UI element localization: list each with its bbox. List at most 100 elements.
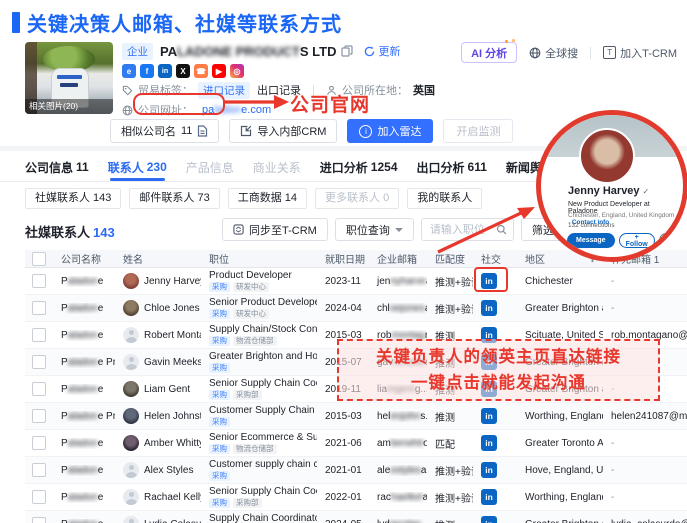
- row-checkbox[interactable]: [32, 274, 46, 288]
- company-email-cell: chloejonesal...: [369, 303, 427, 314]
- table-row[interactable]: PaladoneJenny HarveyProduct Developer采购研…: [25, 268, 687, 295]
- related-images-label[interactable]: 相关图片(20): [25, 99, 113, 114]
- join-tcrm-button[interactable]: T 加入T-CRM: [603, 45, 677, 61]
- region-cell: Greater Brighton a...: [517, 519, 603, 523]
- position-tag: 研发中心: [233, 309, 269, 319]
- social-cell: in: [473, 408, 517, 424]
- position-query-dropdown[interactable]: 职位查询: [335, 218, 414, 241]
- instagram-icon[interactable]: ◎: [230, 64, 244, 78]
- location-value: 英国: [413, 82, 435, 98]
- match-level-cell: 推测+验证: [427, 274, 473, 289]
- linkedin-icon[interactable]: in: [481, 273, 497, 289]
- table-row[interactable]: PaladoneRachael KellySenior Supply Chain…: [25, 484, 687, 511]
- facebook-icon[interactable]: f: [140, 64, 154, 78]
- globe-icon: [529, 47, 541, 59]
- table-row[interactable]: PaladoneAmber WhittySenior Ecommerce & S…: [25, 430, 687, 457]
- section-title: 社媒联系人143: [25, 222, 115, 241]
- youtube-icon[interactable]: ▶: [212, 64, 226, 78]
- position-tags: 采购物流仓储部: [209, 444, 277, 454]
- import-crm-button[interactable]: 导入内部CRM: [229, 119, 337, 143]
- row-checkbox[interactable]: [32, 301, 46, 315]
- linkedin-icon[interactable]: in: [481, 435, 497, 451]
- linkedin-icon[interactable]: in: [481, 408, 497, 424]
- row-checkbox[interactable]: [32, 463, 46, 477]
- sync-tcrm-button[interactable]: 同步至T-CRM: [222, 218, 328, 241]
- linkedin-icon[interactable]: in: [158, 64, 172, 78]
- column-label: 社交: [481, 251, 501, 266]
- page-title-row: 关键决策人邮箱、社媒等联系方式: [12, 8, 342, 37]
- tab-6[interactable]: 出口分析611: [417, 153, 487, 181]
- row-checkbox[interactable]: [32, 436, 46, 450]
- company-action-buttons: 相似公司名 11 导入内部CRM i 加入雷达 开启监测: [110, 119, 513, 143]
- table-row[interactable]: PaladoneAlex StylesCustomer supply chain…: [25, 457, 687, 484]
- row-select-cell: [25, 409, 53, 423]
- social-icons-row: efin X ☎ ▶ ◎: [122, 62, 435, 80]
- avatar: [123, 462, 139, 478]
- company-name-text: Paladone Produc...: [61, 411, 115, 422]
- row-checkbox[interactable]: [32, 328, 46, 342]
- tab-5[interactable]: 进口分析1254: [320, 153, 398, 181]
- hire-date-cell: 2021-01: [317, 465, 369, 476]
- row-checkbox[interactable]: [32, 355, 46, 369]
- company-email-cell: rachaelkela...: [369, 492, 427, 503]
- company-name-cell: Paladone: [53, 519, 115, 523]
- search-icon[interactable]: [496, 224, 507, 235]
- linkedin-icon[interactable]: in: [481, 300, 497, 316]
- region-cell: Greater Brighton a...: [517, 303, 603, 314]
- message-button[interactable]: Message: [567, 233, 615, 248]
- chip-3[interactable]: 工商数据 14: [228, 188, 307, 209]
- table-row[interactable]: PaladoneChloe JonesSenior Product Develo…: [25, 295, 687, 322]
- chip-5[interactable]: 我的联系人: [407, 188, 482, 209]
- copy-icon[interactable]: [341, 45, 353, 57]
- avatar: [123, 300, 139, 316]
- extra-email-cell: helen241087@msn...: [603, 411, 687, 422]
- chip-1[interactable]: 社媒联系人 143: [25, 188, 121, 209]
- row-checkbox[interactable]: [32, 382, 46, 396]
- similar-company-button[interactable]: 相似公司名 11: [110, 119, 219, 143]
- linkedin-icon[interactable]: in: [481, 489, 497, 505]
- row-checkbox[interactable]: [32, 517, 46, 523]
- row-checkbox[interactable]: [32, 490, 46, 504]
- position-search-input[interactable]: [428, 223, 496, 237]
- start-monitor-button[interactable]: 开启监测: [443, 119, 513, 143]
- tab-3[interactable]: 产品信息: [186, 153, 234, 181]
- social-cell: in: [473, 489, 517, 505]
- tab-4[interactable]: 商业关系: [253, 153, 301, 181]
- table-row[interactable]: PaladoneLydia ColasurdoSupply Chain Coor…: [25, 511, 687, 523]
- x-twitter-icon[interactable]: X: [176, 64, 190, 78]
- select-all-checkbox[interactable]: [32, 252, 46, 266]
- tab-2[interactable]: 联系人230: [108, 153, 167, 181]
- contact-name-cell: Helen Johnstone: [115, 408, 201, 424]
- company-email-cell: amberwhito...: [369, 438, 427, 449]
- company-name-cell: Paladone: [53, 276, 115, 287]
- position-tags: 采购: [209, 471, 230, 481]
- more-button[interactable]: More: [659, 233, 687, 248]
- table-row[interactable]: Paladone Produc...Helen JohnstoneCustome…: [25, 403, 687, 430]
- import-records-tag[interactable]: 进口记录: [198, 82, 250, 99]
- match-level-cell: 推测: [427, 517, 473, 523]
- global-search-button[interactable]: 全球搜: [529, 45, 578, 61]
- extra-email-cell: -: [603, 303, 687, 314]
- contact-name: Rachael Kelly: [144, 492, 201, 503]
- row-checkbox[interactable]: [32, 409, 46, 423]
- social-cell: in: [473, 273, 517, 289]
- email-text: helenjohns...: [377, 411, 427, 422]
- contact-name-cell: Lydia Colasurdo: [115, 516, 201, 523]
- email-text: jennyharvea...: [377, 276, 427, 287]
- position-tag: 采购: [209, 390, 230, 400]
- follow-button[interactable]: + Follow: [619, 233, 655, 248]
- tab-1[interactable]: 公司信息11: [25, 153, 89, 181]
- company-info: 企业 PALADONE PRODUCTS LTD 更新 efinX☎▶◎ 贸易标…: [122, 42, 435, 119]
- linkedin-icon[interactable]: in: [481, 516, 497, 523]
- position-tag: 采购部: [233, 390, 262, 400]
- linkedin-icon[interactable]: in: [481, 462, 497, 478]
- join-radar-button[interactable]: i 加入雷达: [347, 119, 433, 143]
- chip-2[interactable]: 邮件联系人 73: [129, 188, 219, 209]
- phone-icon[interactable]: ☎: [194, 64, 208, 78]
- refresh-update[interactable]: 更新: [364, 43, 400, 59]
- ai-analysis-button[interactable]: AI 分析: [461, 42, 517, 63]
- row-select-cell: [25, 274, 53, 288]
- company-photo[interactable]: 相关图片(20): [25, 42, 113, 114]
- company-website-link[interactable]: paladone.com: [198, 104, 275, 116]
- web-icon[interactable]: e: [122, 64, 136, 78]
